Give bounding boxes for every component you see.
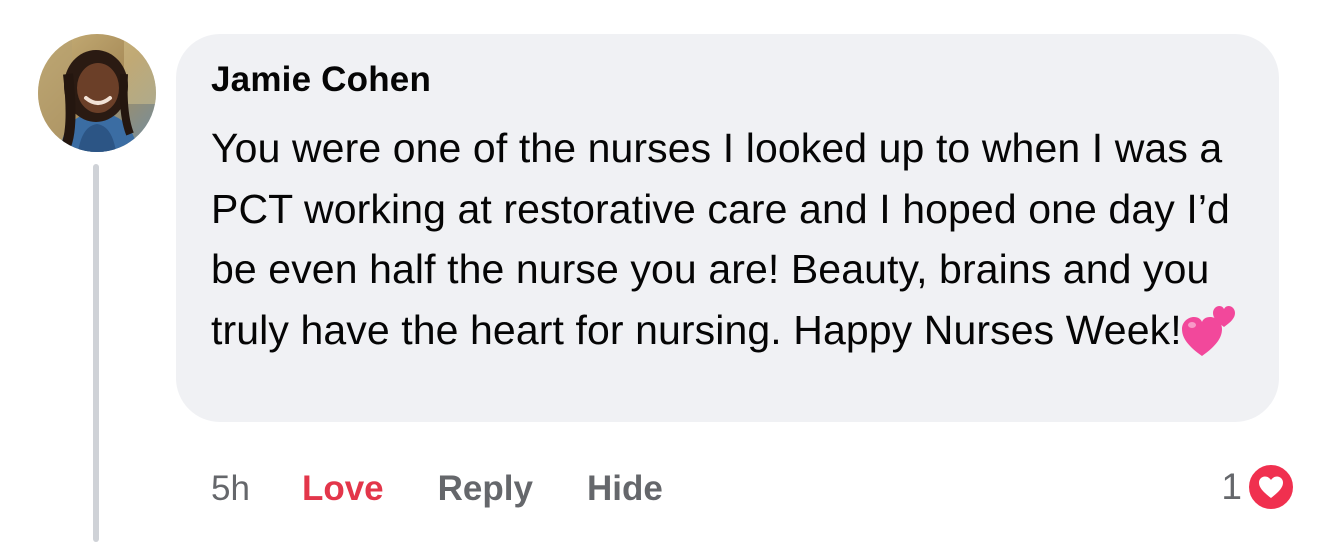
reaction-summary[interactable]: 1 xyxy=(1221,462,1296,512)
reply-button[interactable]: Reply xyxy=(438,466,533,512)
profile-photo xyxy=(38,34,156,152)
avatar[interactable] xyxy=(38,34,156,152)
two-hearts-icon xyxy=(1181,305,1235,356)
comment-bubble: Jamie Cohen You were one of the nurses I… xyxy=(176,34,1279,422)
comment-body: You were one of the nurses I looked up t… xyxy=(211,118,1245,360)
comment-text: You were one of the nurses I looked up t… xyxy=(211,125,1230,353)
reaction-count: 1 xyxy=(1221,466,1242,507)
comment-timestamp[interactable]: 5h xyxy=(211,466,250,512)
thread-line xyxy=(93,164,99,542)
comment-view: Jamie Cohen You were one of the nurses I… xyxy=(0,0,1320,542)
love-button[interactable]: Love xyxy=(302,466,384,512)
love-reaction-icon xyxy=(1246,462,1296,512)
comment-actions: 5h Love Reply Hide xyxy=(211,466,717,512)
hide-button[interactable]: Hide xyxy=(587,466,663,512)
comment-author[interactable]: Jamie Cohen xyxy=(211,60,1245,100)
